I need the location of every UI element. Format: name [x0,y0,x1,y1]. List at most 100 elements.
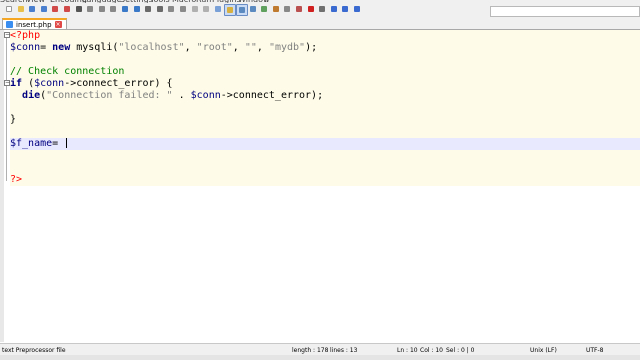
save-macro-icon[interactable] [352,4,362,14]
code-token: <?php [10,30,41,41]
folder-workspace-icon-glyph [284,6,291,12]
code-line: $conn= new mysqli("localhost", "root", "… [10,42,640,54]
close-icon-glyph [52,6,59,12]
replace-icon-glyph [156,6,163,12]
new-file-icon[interactable] [4,4,14,14]
code-token: } [10,114,17,125]
open-file-icon[interactable] [16,4,26,14]
toolbar [0,3,640,17]
code-line: if ($conn->connect_error) { [10,78,640,90]
taskbar-edge [0,355,640,360]
search-input[interactable] [490,6,640,17]
copy-icon[interactable] [97,4,107,14]
close-tab-icon[interactable]: × [54,21,62,28]
zoom-out-icon[interactable] [178,4,188,14]
cut-icon[interactable] [85,4,95,14]
function-list-icon-glyph [272,6,279,12]
tab-label: insert.php [16,20,52,29]
cut-icon-glyph [87,6,94,12]
code-token: $conn [10,42,41,53]
code-token: "Connection failed: " [46,90,173,101]
line-gutter [0,30,4,342]
close-icon[interactable] [50,4,60,14]
status-lines: lines : 13 [330,347,358,354]
monitoring-icon[interactable] [294,4,304,14]
paste-icon-glyph [110,6,117,12]
save-icon-glyph [29,6,36,12]
run-macro-multiple-icon[interactable] [340,4,350,14]
zoom-out-icon-glyph [180,6,186,12]
code-line: } [10,114,640,126]
code-editor[interactable]: <?php $conn= new mysqli("localhost", "roo… [10,30,640,342]
code-token: // Check connection [10,66,125,77]
show-all-chars-icon[interactable] [224,4,237,16]
redo-icon[interactable] [132,4,142,14]
close-all-icon[interactable] [62,4,72,14]
text-cursor [66,138,68,148]
folder-workspace-icon[interactable] [282,4,292,14]
sync-vertical-icon[interactable] [190,4,200,14]
save-icon[interactable] [27,4,37,14]
doc-map-icon-glyph [261,6,268,12]
code-token: "root" [196,42,233,53]
word-wrap-icon[interactable] [213,4,223,14]
code-line [10,102,640,114]
run-macro-multiple-icon-glyph [342,6,349,12]
stop-recording-icon[interactable] [317,4,327,14]
print-icon[interactable] [74,4,84,14]
code-line: // Check connection [10,66,640,78]
function-list-icon[interactable] [271,4,281,14]
code-line: <?php [10,30,640,42]
copy-icon-glyph [98,6,105,12]
record-macro-icon-glyph [307,6,314,12]
code-token: ->connect_error); [220,90,324,101]
paste-icon[interactable] [108,4,118,14]
code-token: "" [244,42,257,53]
monitoring-icon-glyph [296,6,302,12]
redo-icon-glyph [133,6,140,12]
code-token: ->connect_error) { [64,78,173,89]
save-all-icon[interactable] [39,4,49,14]
language-icon[interactable] [248,4,258,14]
find-icon[interactable] [143,4,153,14]
code-line: ?> [10,174,640,186]
code-line-current: $f_name= [10,138,640,150]
zoom-in-icon-glyph [168,6,175,12]
code-token: ( [22,78,35,89]
indent-guide-icon[interactable] [236,4,248,16]
code-line [10,162,640,174]
code-token: mysqli( [70,42,119,53]
new-file-icon-glyph [6,6,12,12]
code-token: new [52,42,71,53]
print-icon-glyph [75,6,82,12]
undo-icon[interactable] [120,4,130,14]
code-token: ); [305,42,318,53]
code-token: . [172,90,191,101]
status-encoding: UTF-8 [586,347,604,354]
close-all-icon-glyph [64,6,70,12]
save-macro-icon-glyph [354,6,360,12]
indent-guide-icon-glyph [239,7,245,13]
status-length: length : 178 [292,347,329,354]
tab-insert-php[interactable]: insert.php × [2,18,67,29]
zoom-in-icon[interactable] [166,4,176,14]
status-col: Col : 10 [420,347,443,354]
replace-icon[interactable] [155,4,165,14]
sync-horizontal-icon[interactable] [201,4,211,14]
tab-bar: insert.php × [0,17,640,30]
file-icon [6,21,13,28]
code-line [10,54,640,66]
status-eol: Unix (LF) [530,347,557,354]
code-token: = [40,42,53,53]
code-token: = [52,138,65,149]
code-token: , [232,42,245,53]
code-token: "mydb" [268,42,306,53]
code-line [10,150,640,162]
doc-map-icon[interactable] [259,4,269,14]
sync-horizontal-icon-glyph [203,6,210,12]
code-token: $conn [190,90,221,101]
status-file-type: text Preprocessor file [2,347,66,354]
record-macro-icon[interactable] [306,4,316,14]
playback-icon[interactable] [329,4,339,14]
